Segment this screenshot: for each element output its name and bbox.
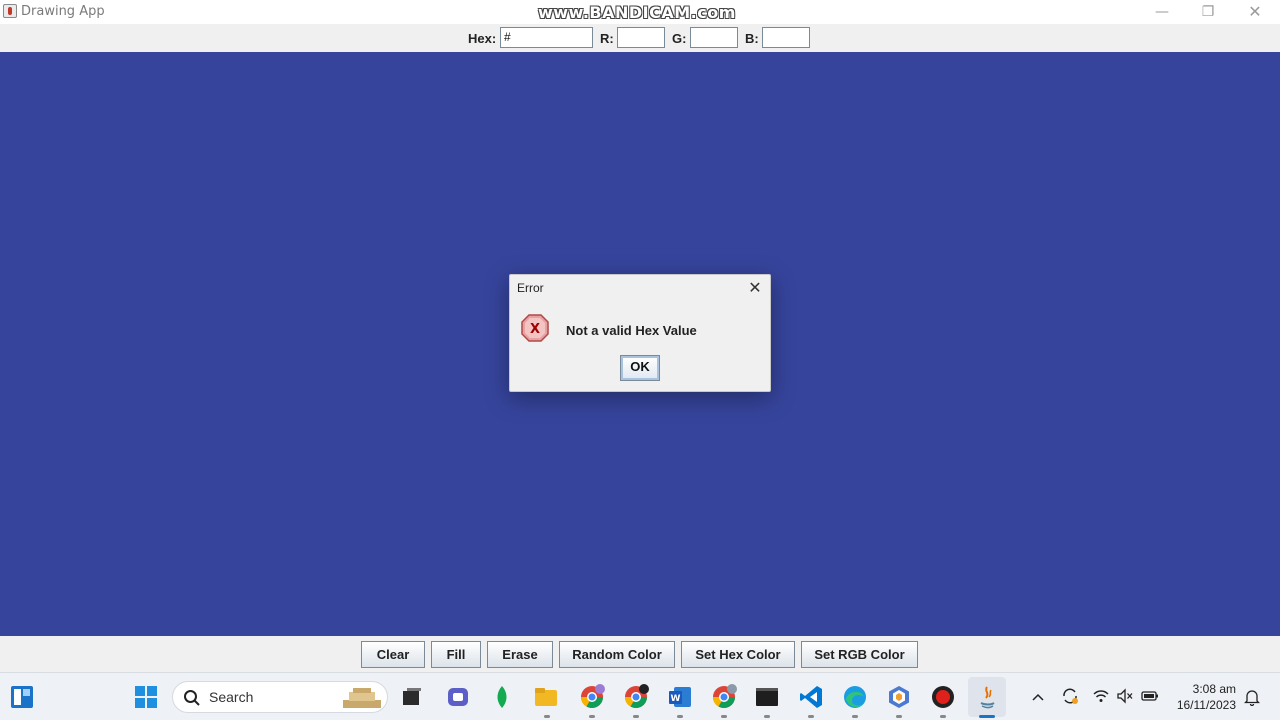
g-label: G: [672, 31, 687, 46]
folder-active-indicator [544, 715, 550, 718]
start-icon[interactable] [132, 683, 160, 711]
b-input[interactable] [762, 27, 810, 48]
chrome2-active-indicator [633, 715, 639, 718]
svg-text:X: X [530, 322, 540, 337]
chrome-icon-3[interactable] [710, 683, 738, 711]
edge-icon[interactable] [841, 683, 869, 711]
search-icon [184, 690, 200, 706]
vscode-active-indicator [808, 715, 814, 718]
hex-label: Hex: [468, 31, 497, 46]
terminal-icon[interactable] [753, 683, 781, 711]
color-input-bar: Hex: # R: G: B: [0, 24, 1280, 52]
minimize-button[interactable]: — [1139, 0, 1185, 24]
erase-button[interactable]: Erase [487, 641, 553, 668]
record-icon[interactable] [929, 683, 957, 711]
edge-active-indicator [852, 715, 858, 718]
folder-icon[interactable] [532, 683, 560, 711]
random-color-button[interactable]: Random Color [559, 641, 675, 668]
window-title: Drawing App [21, 4, 105, 19]
app-active-indicator [896, 715, 902, 718]
notification-bell-icon[interactable] [1244, 688, 1260, 706]
chrome-icon[interactable] [578, 683, 606, 711]
close-window-button[interactable]: ✕ [1232, 0, 1278, 24]
battery-icon[interactable] [1140, 687, 1160, 705]
svg-text:W: W [671, 694, 681, 704]
java-app-icon [3, 4, 17, 18]
ok-button[interactable]: OK [620, 355, 660, 381]
g-input[interactable] [690, 27, 738, 48]
r-label: R: [600, 31, 614, 46]
chrome-active-indicator [589, 715, 595, 718]
fill-button[interactable]: Fill [431, 641, 481, 668]
b-label: B: [745, 31, 759, 46]
task-view-icon[interactable] [398, 683, 426, 711]
sync-icon[interactable] [1060, 686, 1080, 706]
set-hex-color-button[interactable]: Set Hex Color [681, 641, 795, 668]
word-icon[interactable]: W [666, 683, 694, 711]
java-icon[interactable] [973, 683, 1001, 711]
search-placeholder: Search [209, 689, 254, 705]
set-rgb-color-button[interactable]: Set RGB Color [801, 641, 918, 668]
wifi-icon[interactable] [1092, 687, 1110, 705]
error-message: Not a valid Hex Value [566, 323, 697, 338]
terminal-active-indicator [764, 715, 770, 718]
dialog-title: Error [517, 281, 544, 295]
chrome3-active-indicator [721, 715, 727, 718]
window-titlebar: Drawing App www.BANDICAM.com — ❐ ✕ [0, 0, 1280, 24]
widgets-icon[interactable] [8, 683, 36, 711]
mongodb-icon[interactable] [488, 683, 516, 711]
taskbar-search[interactable]: Search [172, 681, 388, 713]
chevron-up-icon[interactable] [1030, 689, 1046, 705]
error-icon: X [521, 314, 549, 342]
clock-time[interactable]: 3:08 am [1190, 682, 1236, 696]
chrome-icon-2[interactable] [622, 683, 650, 711]
speaker-muted-icon[interactable] [1116, 687, 1134, 705]
clear-button[interactable]: Clear [361, 641, 425, 668]
error-dialog: Error ✕ X Not a valid Hex Value OK [509, 274, 771, 392]
r-input[interactable] [617, 27, 665, 48]
teams-icon[interactable] [444, 683, 472, 711]
clock-date[interactable]: 16/11/2023 [1170, 698, 1236, 712]
bottom-toolbar: Clear Fill Erase Random Color Set Hex Co… [0, 636, 1280, 672]
dialog-close-button[interactable]: ✕ [746, 279, 764, 297]
bandicam-watermark: www.BANDICAM.com [538, 3, 736, 22]
record-active-indicator [940, 715, 946, 718]
search-highlight-icon [343, 688, 381, 708]
word-active-indicator [677, 715, 683, 718]
maximize-button[interactable]: ❐ [1185, 0, 1231, 24]
hex-input[interactable]: # [500, 27, 593, 48]
vscode-icon[interactable] [797, 683, 825, 711]
app-icon[interactable] [885, 683, 913, 711]
java-active-indicator [979, 715, 995, 718]
windows-taskbar: Search W 3:08 am 16/11/2023 [0, 672, 1280, 720]
